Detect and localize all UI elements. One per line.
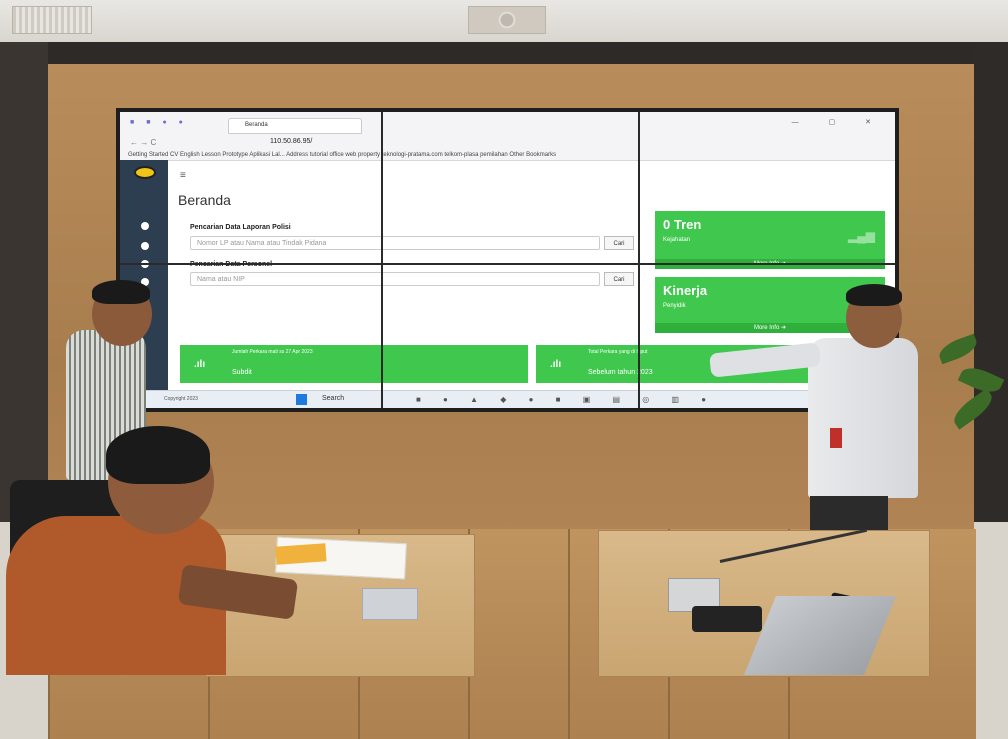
- personnel-search-button[interactable]: Cari: [604, 272, 634, 286]
- tab-title: Beranda: [245, 122, 268, 128]
- chart-icon: .ılı: [194, 359, 206, 370]
- browser-app-icons: ■■●●: [130, 119, 195, 126]
- id-card-lanyard: [830, 428, 842, 448]
- microphone-base: [692, 606, 762, 632]
- taskbar-search[interactable]: Search: [322, 395, 344, 402]
- browser-tab[interactable]: Beranda: [228, 118, 362, 134]
- screen-seam: [381, 112, 383, 408]
- case-count-subtitle: Subdit: [232, 369, 252, 376]
- sidebar-item[interactable]: [141, 222, 149, 230]
- trend-card-title: 0 Tren: [663, 217, 702, 232]
- hair: [846, 284, 902, 306]
- nav-arrows-icon[interactable]: ← → C: [130, 138, 156, 147]
- wall-left: [0, 42, 48, 522]
- personnel-search-input[interactable]: Nama atau NIP: [190, 272, 600, 286]
- browser-toolbar: ■■●● Beranda ← → C 110.50.86.95/ — ▢ ✕ G…: [120, 112, 895, 161]
- windows-taskbar: Copyright 2023 Search ■ ● ▲ ◆ ● ■ ▣ ▤ ◎ …: [120, 390, 895, 408]
- ceiling: [0, 0, 1008, 42]
- police-search-button[interactable]: Cari: [604, 236, 634, 250]
- trend-card-subtitle: Kejahatan: [663, 237, 691, 243]
- performance-card-title: Kinerja: [663, 283, 708, 298]
- logo-icon: [134, 166, 156, 179]
- menu-icon[interactable]: ≡: [180, 170, 186, 181]
- white-shirt: [808, 338, 918, 498]
- bar-chart-icon: ▂▄▆: [848, 229, 875, 243]
- ceiling-vent: [12, 6, 92, 34]
- sidebar-item[interactable]: [141, 242, 149, 250]
- yellow-folder: [275, 543, 327, 565]
- police-search-input[interactable]: Nomor LP atau Nama atau Tindak Pidana: [190, 236, 600, 250]
- address-bar[interactable]: 110.50.86.95/: [270, 138, 312, 145]
- footer-text: Copyright 2023: [164, 396, 198, 402]
- chart-icon: .ılı: [550, 359, 562, 370]
- page-title: Beranda: [178, 192, 231, 208]
- wall-right: [974, 42, 1008, 522]
- windows-start-icon[interactable]: [296, 394, 307, 405]
- bookmarks-bar[interactable]: Getting Started CV English Lesson Protot…: [128, 152, 556, 158]
- ceiling-vent-round: [468, 6, 546, 34]
- hair: [106, 426, 210, 484]
- hair: [92, 280, 150, 304]
- case-count-box: .ılı Jumlah Perkara mati ss 27 Apr 2023 …: [180, 345, 528, 383]
- performance-card-subtitle: Penyidik: [663, 303, 686, 309]
- trend-card: 0 Tren Kejahatan ▂▄▆ More Info ➜: [655, 211, 885, 269]
- window-controls[interactable]: — ▢ ✕: [792, 118, 885, 126]
- screen-seam: [638, 112, 640, 408]
- tablet-device: [362, 588, 418, 620]
- case-count-label: Jumlah Perkara mati ss 27 Apr 2023: [232, 349, 313, 355]
- wood-panel: [468, 529, 570, 739]
- screen-seam: [120, 263, 895, 265]
- police-search-label: Pencarian Data Laporan Polisi: [190, 224, 291, 231]
- total-case-subtitle: Sebelum tahun 2023: [588, 369, 653, 376]
- taskbar-app-icons[interactable]: ■ ● ▲ ◆ ● ■ ▣ ▤ ◎ ▥ ●: [416, 395, 716, 404]
